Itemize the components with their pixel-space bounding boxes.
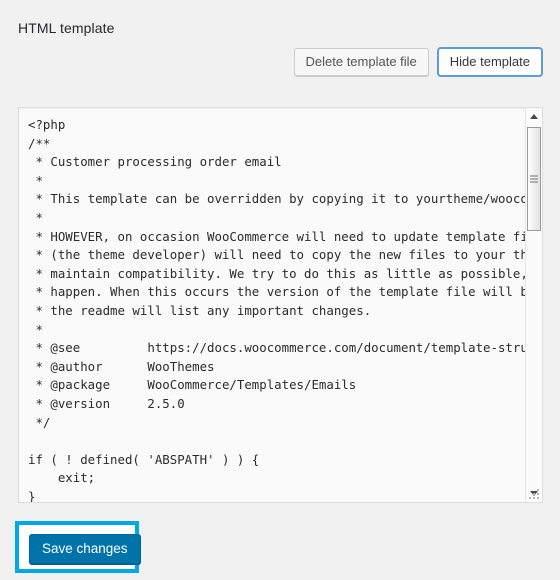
scrollbar-thumb[interactable] xyxy=(527,127,541,231)
editor-vertical-scrollbar[interactable] xyxy=(525,108,542,502)
scroll-up-arrow-icon[interactable] xyxy=(526,108,542,125)
textarea-resize-handle-icon[interactable] xyxy=(526,486,541,501)
save-changes-highlight-box: Save changes xyxy=(15,521,141,573)
template-actions-toolbar: Delete template file Hide template xyxy=(293,48,542,76)
hide-template-button[interactable]: Hide template xyxy=(437,48,542,76)
code-viewport[interactable]: <?php /** * Customer processing order em… xyxy=(19,108,525,502)
scrollbar-grip-icon xyxy=(530,175,538,183)
delete-template-file-button[interactable]: Delete template file xyxy=(293,48,429,76)
page-title: HTML template xyxy=(18,20,115,36)
triangle-up-icon xyxy=(530,114,538,119)
template-code-editor[interactable]: <?php /** * Customer processing order em… xyxy=(18,107,543,503)
template-source-code[interactable]: <?php /** * Customer processing order em… xyxy=(28,116,525,502)
save-changes-button[interactable]: Save changes xyxy=(29,534,141,564)
